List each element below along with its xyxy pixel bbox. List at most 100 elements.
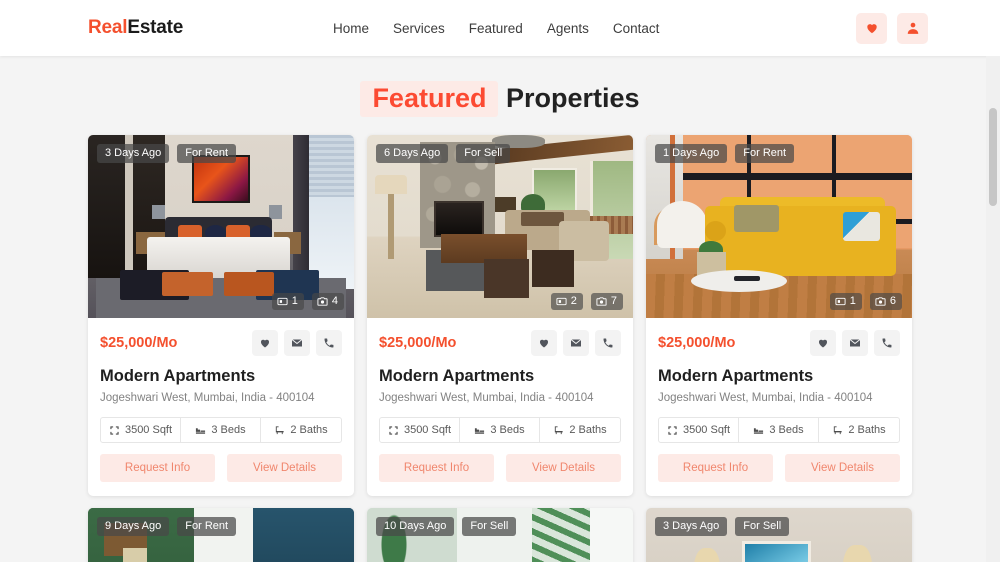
property-photo[interactable]: 10 Days Ago For Sell [367, 508, 633, 562]
property-photo[interactable]: 1 Days Ago For Rent 1 6 [646, 135, 912, 318]
property-card[interactable]: 3 Days Ago For Rent 1 4 $25,000/Mo Moder… [88, 135, 354, 496]
section-heading-rest: Properties [505, 83, 640, 113]
phone-icon [602, 337, 614, 349]
age-badge: 3 Days Ago [655, 517, 728, 536]
nav-item-services[interactable]: Services [393, 21, 445, 36]
property-photo[interactable]: 3 Days Ago For Rent 1 4 [88, 135, 354, 318]
video-count-value: 2 [570, 295, 577, 307]
email-button[interactable] [284, 330, 310, 356]
site-header: RealEstate Home Services Featured Agents… [0, 0, 1000, 56]
video-icon [835, 296, 846, 307]
favorite-button[interactable] [252, 330, 278, 356]
bed-icon [195, 425, 206, 436]
section-heading: Featured Properties [0, 81, 1000, 117]
heart-icon [538, 337, 550, 349]
property-card[interactable]: 1 Days Ago For Rent 1 6 $25,000/Mo Moder… [646, 135, 912, 496]
email-button[interactable] [842, 330, 868, 356]
video-count-value: 1 [849, 295, 856, 307]
envelope-icon [849, 337, 861, 349]
feature-beds: 3 Beds [181, 418, 261, 442]
photo-badges: 6 Days Ago For Sell [376, 144, 511, 163]
account-button[interactable] [897, 12, 928, 44]
brand-first: Real [88, 17, 128, 38]
video-count: 1 [271, 293, 304, 310]
bath-icon [832, 425, 843, 436]
photo-badges: 3 Days Ago For Sell [655, 517, 790, 536]
age-badge: 6 Days Ago [376, 144, 449, 163]
property-photo[interactable]: 9 Days Ago For Rent [88, 508, 354, 562]
section-heading-highlight: Featured [360, 81, 499, 117]
video-count: 2 [550, 293, 583, 310]
call-button[interactable] [595, 330, 621, 356]
video-icon [556, 296, 567, 307]
nav-item-featured[interactable]: Featured [469, 21, 523, 36]
call-button[interactable] [874, 330, 900, 356]
contact-actions [252, 330, 342, 356]
bath-icon [553, 425, 564, 436]
heart-icon [259, 337, 271, 349]
heart-icon [865, 21, 879, 35]
page-scrollbar[interactable] [986, 56, 1000, 562]
feature-area: 3500 Sqft [101, 418, 181, 442]
card-body: $25,000/Mo Modern Apartments Jogeshwari … [367, 318, 633, 496]
feature-beds-label: 3 Beds [211, 424, 246, 436]
nav-item-home[interactable]: Home [333, 21, 369, 36]
feature-beds: 3 Beds [460, 418, 540, 442]
property-card[interactable]: 9 Days Ago For Rent [88, 508, 354, 562]
area-icon [388, 425, 399, 436]
property-card[interactable]: 3 Days Ago For Sell [646, 508, 912, 562]
photo-badges: 10 Days Ago For Sell [376, 517, 517, 536]
cta-row: Request Info View Details [100, 454, 342, 482]
property-title: Modern Apartments [658, 367, 814, 385]
property-photo[interactable]: 6 Days Ago For Sell 2 7 [367, 135, 633, 318]
photo-count-value: 6 [889, 295, 896, 307]
camera-icon [875, 296, 886, 307]
feature-area: 3500 Sqft [659, 418, 739, 442]
age-badge: 3 Days Ago [97, 144, 170, 163]
phone-icon [881, 337, 893, 349]
card-body: $25,000/Mo Modern Apartments Jogeshwari … [88, 318, 354, 496]
property-card[interactable]: 6 Days Ago For Sell 2 7 $25,000/Mo Moder… [367, 135, 633, 496]
age-badge: 10 Days Ago [376, 517, 455, 536]
age-badge: 1 Days Ago [655, 144, 728, 163]
request-info-button[interactable]: Request Info [658, 454, 773, 482]
property-card[interactable]: 10 Days Ago For Sell [367, 508, 633, 562]
price-row: $25,000/Mo [100, 330, 342, 356]
status-badge: For Sell [462, 517, 517, 536]
photo-badges: 3 Days Ago For Rent [97, 144, 237, 163]
scrollbar-thumb[interactable] [989, 108, 997, 206]
request-info-button[interactable]: Request Info [100, 454, 215, 482]
view-details-button[interactable]: View Details [785, 454, 900, 482]
nav-item-contact[interactable]: Contact [613, 21, 660, 36]
favorite-button[interactable] [810, 330, 836, 356]
media-counts: 1 4 [271, 293, 344, 310]
brand-logo[interactable]: RealEstate [88, 17, 183, 39]
video-count-value: 1 [291, 295, 298, 307]
photo-count: 7 [590, 293, 623, 310]
feature-baths-label: 2 Baths [290, 424, 328, 436]
feature-baths: 2 Baths [261, 418, 341, 442]
camera-icon [596, 296, 607, 307]
property-photo[interactable]: 3 Days Ago For Sell [646, 508, 912, 562]
wishlist-button[interactable] [856, 12, 887, 44]
photo-count: 6 [869, 293, 902, 310]
nav-item-agents[interactable]: Agents [547, 21, 589, 36]
property-price: $25,000/Mo [379, 335, 457, 351]
feature-baths-label: 2 Baths [569, 424, 607, 436]
view-details-button[interactable]: View Details [227, 454, 342, 482]
view-details-button[interactable]: View Details [506, 454, 621, 482]
property-title: Modern Apartments [100, 367, 256, 385]
price-row: $25,000/Mo [379, 330, 621, 356]
feature-area-label: 3500 Sqft [403, 424, 452, 436]
call-button[interactable] [316, 330, 342, 356]
envelope-icon [291, 337, 303, 349]
photo-count-value: 4 [331, 295, 338, 307]
contact-actions [531, 330, 621, 356]
page-root: RealEstate Home Services Featured Agents… [0, 0, 1000, 562]
age-badge: 9 Days Ago [97, 517, 170, 536]
request-info-button[interactable]: Request Info [379, 454, 494, 482]
favorite-button[interactable] [531, 330, 557, 356]
property-price: $25,000/Mo [100, 335, 178, 351]
photo-badges: 1 Days Ago For Rent [655, 144, 795, 163]
email-button[interactable] [563, 330, 589, 356]
